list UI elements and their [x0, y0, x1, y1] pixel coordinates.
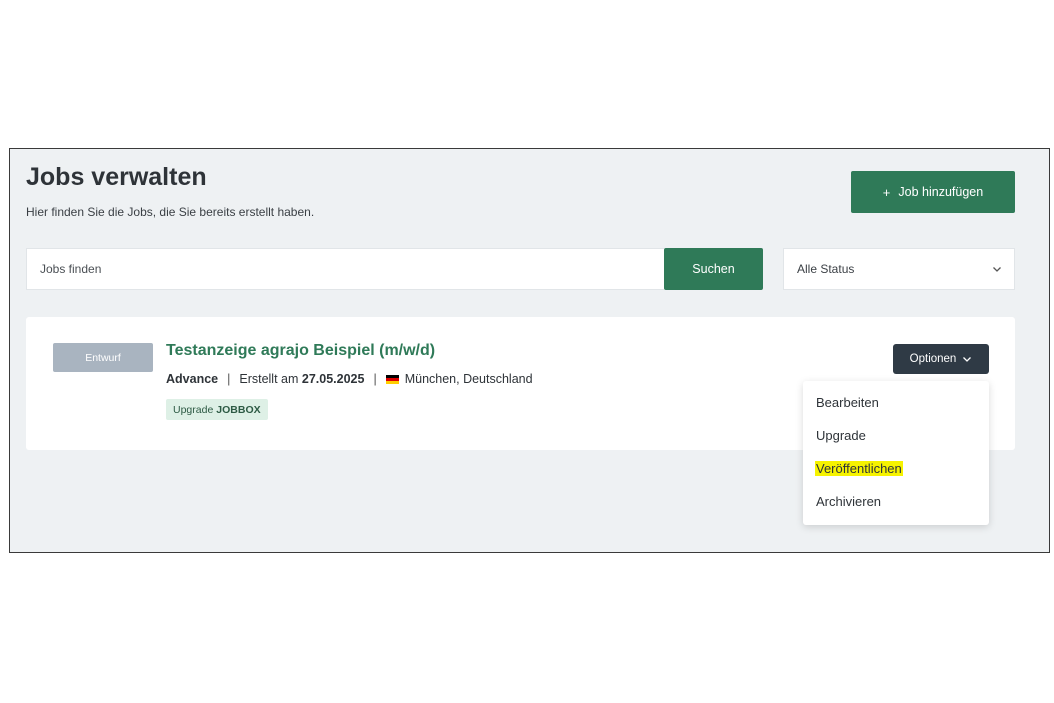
page-title: Jobs verwalten: [26, 163, 207, 191]
job-search-input[interactable]: [26, 248, 664, 290]
options-label: Optionen: [909, 353, 957, 365]
germany-flag-icon: [385, 374, 399, 384]
job-meta: Advance | Erstellt am 27.05.2025 | Münch…: [166, 372, 533, 386]
status-badge: Entwurf: [53, 343, 153, 372]
menu-item-edit[interactable]: Bearbeiten: [816, 395, 879, 410]
page-subtitle: Hier finden Sie die Jobs, die Sie bereit…: [26, 205, 315, 219]
chevron-down-icon: [993, 267, 1001, 272]
menu-item-upgrade[interactable]: Upgrade: [816, 428, 866, 443]
options-button[interactable]: Optionen: [893, 344, 989, 374]
upgrade-prefix: Upgrade: [173, 403, 214, 416]
search-button[interactable]: Suchen: [664, 248, 763, 290]
created-date: 27.05.2025: [301, 372, 365, 386]
meta-separator: |: [373, 372, 377, 386]
jobs-page: Jobs verwalten Hier finden Sie die Jobs,…: [9, 148, 1050, 553]
add-job-label: Job hinzufügen: [898, 185, 984, 199]
meta-separator: |: [227, 372, 231, 386]
status-filter-value: Alle Status: [797, 262, 855, 276]
options-dropdown-menu: Bearbeiten Upgrade Veröffentlichen Archi…: [803, 381, 989, 525]
created-label: Erstellt am: [239, 372, 299, 386]
add-job-button[interactable]: + Job hinzufügen: [851, 171, 1015, 213]
menu-item-publish[interactable]: Veröffentlichen: [815, 461, 903, 476]
menu-item-archive[interactable]: Archivieren: [816, 494, 881, 509]
job-title-link[interactable]: Testanzeige agrajo Beispiel (m/w/d): [166, 342, 435, 360]
upgrade-badge[interactable]: Upgrade JOBBOX: [166, 399, 268, 420]
upgrade-product: JOBBOX: [216, 403, 261, 416]
job-package: Advance: [166, 372, 219, 386]
status-filter-select[interactable]: Alle Status: [783, 248, 1015, 290]
job-location: München, Deutschland: [404, 372, 533, 386]
chevron-down-icon: [963, 357, 972, 362]
plus-icon: +: [882, 184, 891, 200]
